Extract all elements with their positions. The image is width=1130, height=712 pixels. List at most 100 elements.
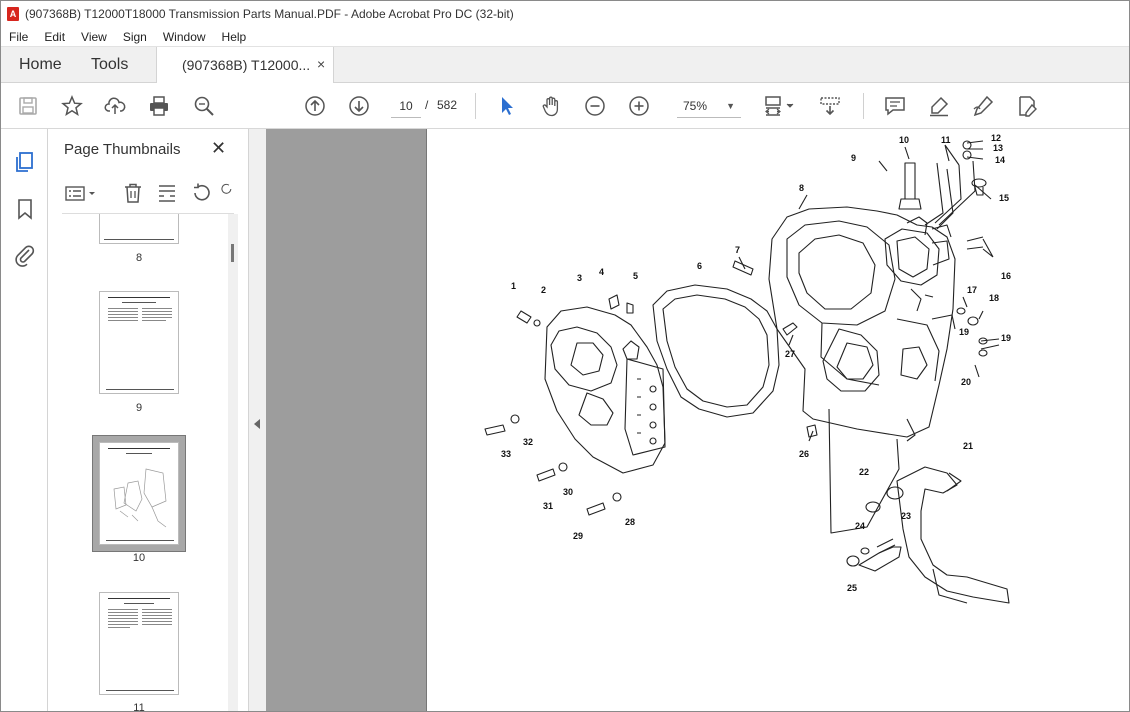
bookmark-star-icon[interactable] (60, 94, 84, 118)
thumbnail-options-icon[interactable] (64, 182, 98, 204)
menu-edit[interactable]: Edit (36, 30, 73, 44)
delete-icon[interactable] (122, 182, 144, 204)
zoom-out-icon[interactable] (583, 94, 607, 118)
callout-label: 31 (543, 501, 553, 511)
thumbnail-label: 11 (133, 702, 145, 712)
select-arrow-icon[interactable] (495, 94, 519, 118)
window-title: (907368B) T12000T18000 Transmission Part… (25, 7, 514, 21)
menu-view[interactable]: View (73, 30, 115, 44)
callout-label: 9 (851, 153, 856, 163)
zoom-level-select[interactable]: 75% ▼ (677, 94, 741, 118)
menu-bar: File Edit View Sign Window Help (1, 27, 1129, 46)
thumbnail-list: 8 9 10 11 (62, 214, 226, 712)
save-icon[interactable] (16, 94, 40, 118)
upload-icon[interactable] (103, 94, 127, 118)
callout-label: 24 (855, 521, 865, 531)
callout-label: 11 (941, 135, 951, 145)
callout-label: 29 (573, 531, 583, 541)
extract-pages-icon[interactable] (156, 182, 178, 204)
page-view-icon[interactable] (763, 94, 797, 118)
rotate-left-icon[interactable] (190, 182, 212, 204)
menu-sign[interactable]: Sign (115, 30, 155, 44)
thumbnails-panel: Page Thumbnails ✕ 8 9 10 11 (48, 129, 248, 712)
callout-label: 33 (501, 449, 511, 459)
thumbnail-label: 9 (135, 402, 143, 414)
callout-label: 25 (847, 583, 857, 593)
thumbnail-page-11[interactable] (99, 592, 179, 695)
tab-tools[interactable]: Tools (91, 56, 128, 74)
highlight-icon[interactable] (927, 94, 951, 118)
thumbnail-page-8[interactable] (99, 214, 179, 244)
thumbnail-label: 8 (135, 252, 143, 264)
main-toolbar: 10 / 582 75% ▼ (1, 83, 1129, 129)
rotate-right-icon[interactable] (220, 182, 234, 204)
collapse-arrow-icon (254, 419, 260, 429)
hand-icon[interactable] (539, 94, 563, 118)
callout-label: 20 (961, 377, 971, 387)
comment-icon[interactable] (883, 94, 907, 118)
callout-label: 28 (625, 517, 635, 527)
page-up-icon[interactable] (303, 94, 327, 118)
thumbnail-page-9[interactable] (99, 291, 179, 394)
toolbar-divider (863, 93, 864, 119)
zoom-in-icon[interactable] (627, 94, 651, 118)
callout-label: 5 (633, 271, 638, 281)
title-bar: A (907368B) T12000T18000 Transmission Pa… (1, 1, 1129, 27)
callout-label: 18 (989, 293, 999, 303)
callout-label: 22 (859, 467, 869, 477)
callout-label: 10 (899, 135, 909, 145)
callout-label: 6 (697, 261, 702, 271)
callout-label: 15 (999, 193, 1009, 203)
menu-help[interactable]: Help (214, 30, 255, 44)
thumbnail-page-10[interactable] (99, 442, 179, 545)
close-icon[interactable]: ✕ (211, 138, 226, 159)
callout-label: 8 (799, 183, 804, 193)
callout-label: 16 (1001, 271, 1011, 281)
callout-label: 12 (991, 133, 1001, 143)
draw-icon[interactable] (971, 94, 995, 118)
callout-label: 19 (1001, 333, 1011, 343)
acrobat-window: A (907368B) T12000T18000 Transmission Pa… (0, 0, 1130, 712)
callout-label: 19 (959, 327, 969, 337)
attachments-icon[interactable] (13, 243, 37, 267)
print-icon[interactable] (147, 94, 171, 118)
tab-document[interactable]: (907368B) T12000... × (156, 47, 334, 84)
thumbnail-label: 10 (132, 552, 146, 564)
current-page-input[interactable]: 10 (391, 94, 421, 118)
left-navigation-rail (1, 129, 48, 711)
panel-collapse-handle[interactable] (248, 129, 266, 711)
callout-label: 21 (963, 441, 973, 451)
menu-file[interactable]: File (1, 30, 36, 44)
callout-label: 3 (577, 273, 582, 283)
page-down-icon[interactable] (347, 94, 371, 118)
callout-label: 14 (995, 155, 1005, 165)
toolbar-divider (475, 93, 476, 119)
callout-label: 23 (901, 511, 911, 521)
thumbnails-toolbar (62, 176, 234, 210)
callout-label: 13 (993, 143, 1003, 153)
callout-label: 32 (523, 437, 533, 447)
callout-label: 17 (967, 285, 977, 295)
zoom-search-icon[interactable] (192, 94, 216, 118)
chevron-down-icon: ▼ (726, 101, 735, 111)
edit-pdf-icon[interactable] (1015, 94, 1039, 118)
menu-window[interactable]: Window (155, 30, 214, 44)
total-pages: 582 (437, 98, 458, 112)
page-thumbnails-icon[interactable] (13, 150, 37, 174)
zoom-level-value: 75% (683, 99, 708, 113)
acrobat-logo-icon: A (7, 7, 19, 21)
scroll-mode-icon[interactable] (818, 94, 842, 118)
bookmarks-icon[interactable] (13, 197, 37, 221)
callout-label: 7 (735, 245, 740, 255)
tab-document-label: (907368B) T12000... (182, 57, 311, 73)
panel-title: Page Thumbnails (64, 141, 181, 158)
tab-bar: Home Tools (907368B) T12000... × (1, 46, 1129, 84)
callout-label: 30 (563, 487, 573, 497)
tab-close-icon[interactable]: × (317, 56, 325, 72)
thumbnail-scrollbar[interactable] (228, 214, 238, 711)
document-viewport[interactable]: 1 2 3 4 5 6 7 8 9 10 11 12 13 14 15 16 17 18 19 19 20 21 22 23 2… (266, 129, 1129, 711)
scrollbar-thumb[interactable] (231, 244, 234, 262)
callout-label: 26 (799, 449, 809, 459)
callout-label: 2 (541, 285, 546, 295)
tab-home[interactable]: Home (19, 56, 62, 74)
